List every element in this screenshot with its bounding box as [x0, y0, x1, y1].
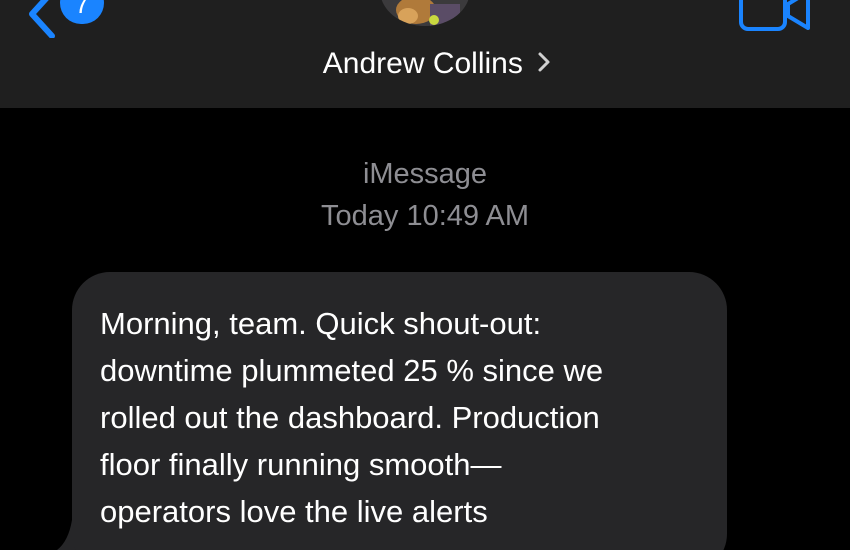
- unread-count-badge: 7: [60, 0, 104, 24]
- message-text-line: floor finally running smooth—: [100, 447, 502, 482]
- contact-name: Andrew Collins: [322, 47, 523, 80]
- message-text-line: rolled out the dashboard. Production: [100, 400, 600, 435]
- chevron-left-icon: [29, 0, 55, 38]
- service-label: iMessage: [362, 158, 488, 190]
- message-text-line: downtime plummeted 25 % since we: [100, 353, 604, 388]
- facetime-video-button[interactable]: [738, 0, 812, 34]
- video-camera-icon: [739, 0, 810, 31]
- chevron-right-icon: [538, 52, 550, 72]
- conversation-header: 7 Andrew Collins: [0, 0, 850, 108]
- back-button[interactable]: 7: [22, 0, 112, 38]
- message-timestamp: Today 10:49 AM: [321, 200, 529, 232]
- message-text-line: Morning, team. Quick shout-out:: [100, 306, 542, 341]
- messages-screen: 7 Andrew Collins iMessage Today 10:49 AM…: [0, 0, 850, 550]
- avatar[interactable]: [380, 0, 470, 26]
- avatar-photo: [380, 0, 470, 26]
- message-text-line: operators love the live alerts: [100, 494, 488, 529]
- message-bubble-incoming[interactable]: Morning, team. Quick shout-out: downtime…: [72, 272, 727, 550]
- contact-name-button[interactable]: Andrew Collins: [0, 44, 850, 84]
